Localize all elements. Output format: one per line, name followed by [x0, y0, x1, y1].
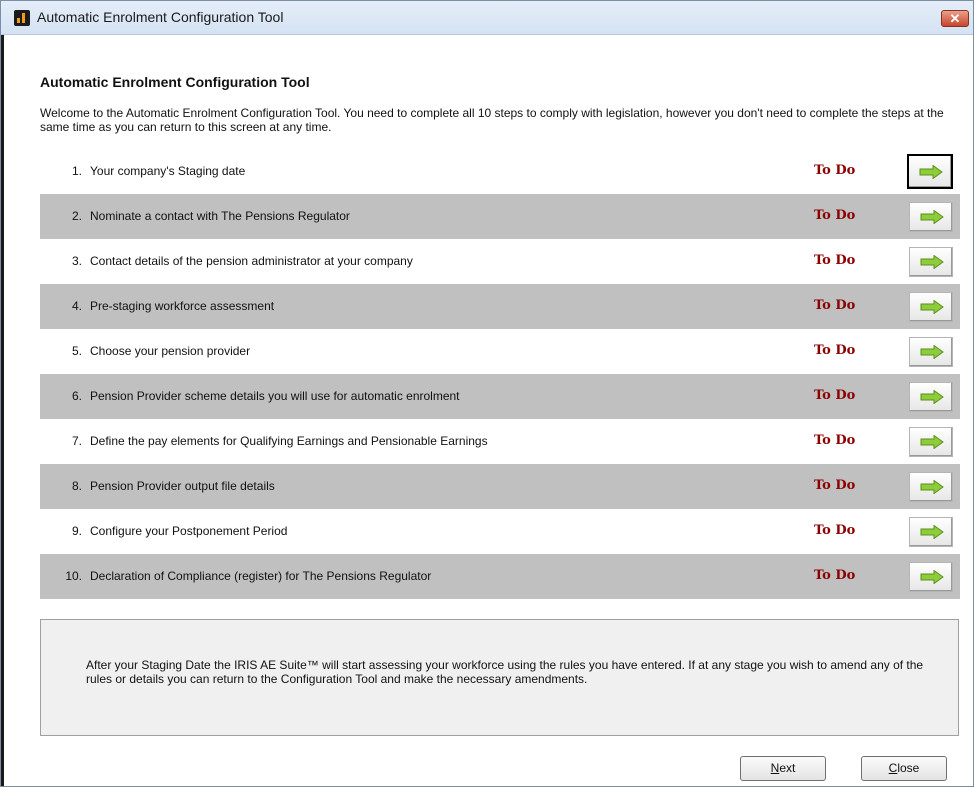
- step-label: Define the pay elements for Qualifying E…: [90, 434, 488, 448]
- left-edge-strip: [1, 35, 4, 786]
- step-number: 5.: [71, 344, 82, 358]
- step-go-button[interactable]: [909, 472, 953, 502]
- step-label: Pension Provider scheme details you will…: [90, 389, 460, 403]
- step-number: 1.: [71, 164, 82, 178]
- step-label: Your company's Staging date: [90, 164, 246, 178]
- info-text: After your Staging Date the IRIS AE Suit…: [86, 658, 924, 686]
- intro-text: Welcome to the Automatic Enrolment Confi…: [40, 106, 944, 134]
- step-number: 9.: [71, 524, 82, 538]
- step-row: 9. Configure your Postponement Period To D…: [40, 509, 960, 554]
- right-arrow-icon: [920, 480, 944, 494]
- right-arrow-icon: [920, 345, 944, 359]
- close-label: lose: [897, 761, 920, 775]
- step-go-button[interactable]: [909, 517, 953, 547]
- step-status: To Do: [814, 253, 856, 268]
- step-number: 4.: [71, 299, 82, 313]
- step-number: 6.: [71, 389, 82, 403]
- right-arrow-icon: [920, 300, 944, 314]
- step-status: To Do: [814, 343, 856, 358]
- right-arrow-icon: [920, 210, 944, 224]
- page-title: Automatic Enrolment Configuration Tool: [40, 74, 310, 90]
- step-status: To Do: [814, 388, 856, 403]
- right-arrow-icon: [920, 255, 944, 269]
- step-label: Contact details of the pension administr…: [90, 254, 413, 268]
- window-title: Automatic Enrolment Configuration Tool: [37, 9, 284, 25]
- step-row: 7. Define the pay elements for Qualifying…: [40, 419, 960, 464]
- window-close-button[interactable]: ✕: [941, 10, 969, 27]
- info-panel: After your Staging Date the IRIS AE Suit…: [40, 619, 959, 736]
- iris-app-icon: [14, 10, 30, 26]
- step-row: 10. Declaration of Compliance (register) …: [40, 554, 960, 599]
- step-status: To Do: [814, 568, 856, 583]
- step-number: 3.: [71, 254, 82, 268]
- next-label: ext: [779, 761, 796, 775]
- step-row: 8. Pension Provider output file details To…: [40, 464, 960, 509]
- step-go-button[interactable]: [909, 292, 953, 322]
- step-number: 7.: [71, 434, 82, 448]
- step-go-button[interactable]: [909, 382, 953, 412]
- step-go-button[interactable]: [907, 154, 953, 189]
- config-tool-window: Automatic Enrolment Configuration Tool ✕…: [0, 0, 974, 787]
- step-label: Pension Provider output file details: [90, 479, 275, 493]
- step-row: 2. Nominate a contact with The Pensions R…: [40, 194, 960, 239]
- right-arrow-icon: [920, 435, 944, 449]
- step-row: 6. Pension Provider scheme details you wi…: [40, 374, 960, 419]
- step-label: Nominate a contact with The Pensions Reg…: [90, 209, 350, 223]
- step-status: To Do: [814, 478, 856, 493]
- step-number: 2.: [71, 209, 82, 223]
- step-row: 3. Contact details of the pension adminis…: [40, 239, 960, 284]
- step-label: Pre-staging workforce assessment: [90, 299, 275, 313]
- step-go-button[interactable]: [909, 202, 953, 232]
- close-button[interactable]: Close: [861, 756, 947, 781]
- step-number: 8.: [71, 479, 82, 493]
- step-row: 4. Pre-staging workforce assessment To Do: [40, 284, 960, 329]
- step-go-button[interactable]: [909, 247, 953, 277]
- step-status: To Do: [814, 523, 856, 538]
- title-bar: Automatic Enrolment Configuration Tool ✕: [1, 1, 973, 35]
- step-status: To Do: [814, 163, 856, 178]
- right-arrow-icon: [919, 165, 943, 179]
- step-row: 1. Your company's Staging date To Do: [40, 149, 960, 194]
- step-row: 5. Choose your pension provider To Do: [40, 329, 960, 374]
- step-label: Configure your Postponement Period: [90, 524, 288, 538]
- step-number: 10.: [65, 569, 82, 583]
- right-arrow-icon: [920, 390, 944, 404]
- right-arrow-icon: [920, 570, 944, 584]
- step-go-button[interactable]: [909, 337, 953, 367]
- step-label: Choose your pension provider: [90, 344, 251, 358]
- steps-list: 1. Your company's Staging date To Do 2. Nomi…: [40, 149, 960, 599]
- step-status: To Do: [814, 208, 856, 223]
- next-button[interactable]: Next: [740, 756, 826, 781]
- step-label: Declaration of Compliance (register) for…: [90, 569, 432, 583]
- right-arrow-icon: [920, 525, 944, 539]
- step-status: To Do: [814, 433, 856, 448]
- step-go-button[interactable]: [909, 562, 953, 592]
- step-go-button[interactable]: [909, 427, 953, 457]
- step-status: To Do: [814, 298, 856, 313]
